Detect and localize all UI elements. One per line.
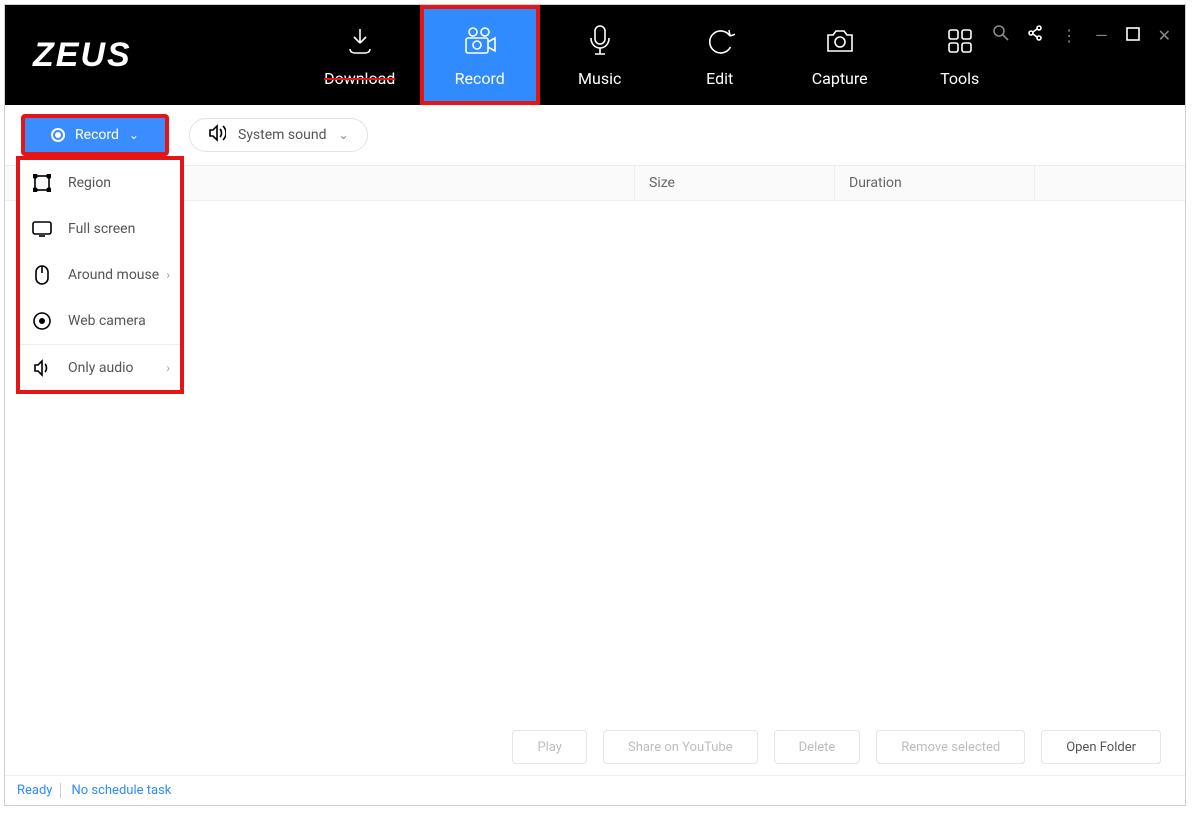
close-button[interactable]: ✕ — [1158, 26, 1171, 45]
main-tabs: Download Record Music Edit — [300, 5, 1020, 105]
column-size[interactable]: Size — [635, 166, 835, 200]
tab-record[interactable]: Record — [420, 5, 540, 105]
footer-buttons: Play Share on YouTube Delete Remove sele… — [5, 719, 1185, 775]
status-ready: Ready — [17, 783, 61, 798]
menu-item-label: Region — [68, 175, 111, 191]
play-button[interactable]: Play — [512, 730, 587, 764]
record-button[interactable]: Record ⌄ — [21, 114, 169, 156]
chevron-down-icon: ⌄ — [338, 128, 348, 142]
record-button-label: Record — [75, 127, 119, 143]
delete-button[interactable]: Delete — [774, 730, 861, 764]
menu-item-only-audio[interactable]: Only audio › — [20, 344, 180, 390]
tab-capture[interactable]: Capture — [780, 5, 900, 105]
remove-selected-button[interactable]: Remove selected — [876, 730, 1025, 764]
open-folder-button[interactable]: Open Folder — [1041, 730, 1161, 764]
mouse-icon — [32, 265, 52, 285]
apps-grid-icon — [942, 23, 978, 59]
speaker-icon — [208, 124, 226, 146]
chevron-right-icon: › — [166, 361, 170, 375]
window-controls: ⋮ — ✕ — [993, 25, 1171, 45]
tab-download[interactable]: Download — [300, 5, 420, 105]
photo-camera-icon — [822, 23, 858, 59]
menu-item-label: Around mouse — [68, 267, 159, 283]
share-icon[interactable] — [1027, 25, 1043, 45]
microphone-icon — [582, 23, 618, 59]
monitor-icon — [32, 219, 52, 239]
menu-item-around-mouse[interactable]: Around mouse › — [20, 252, 180, 298]
download-icon — [342, 23, 378, 59]
speaker-icon — [32, 358, 52, 378]
column-duration[interactable]: Duration — [835, 166, 1035, 200]
chevron-down-icon: ⌄ — [129, 128, 139, 142]
minimize-button[interactable]: — — [1095, 26, 1108, 45]
status-bar: Ready No schedule task — [5, 775, 1185, 805]
webcam-icon — [32, 311, 52, 331]
maximize-button[interactable] — [1126, 26, 1140, 45]
menu-item-web-camera[interactable]: Web camera — [20, 298, 180, 344]
tab-music[interactable]: Music — [540, 5, 660, 105]
refresh-icon — [702, 23, 738, 59]
sound-source-select[interactable]: System sound ⌄ — [189, 118, 368, 152]
search-icon[interactable] — [993, 25, 1009, 45]
app-logo: ZEUS — [5, 5, 160, 105]
menu-item-label: Web camera — [68, 313, 146, 329]
column-spacer — [1035, 166, 1185, 200]
camera-icon — [462, 23, 498, 59]
record-dot-icon — [51, 128, 65, 142]
status-schedule[interactable]: No schedule task — [71, 783, 171, 798]
menu-item-full-screen[interactable]: Full screen — [20, 206, 180, 252]
tab-tools[interactable]: Tools — [900, 5, 1020, 105]
share-youtube-button[interactable]: Share on YouTube — [603, 730, 758, 764]
region-icon — [32, 173, 52, 193]
menu-item-label: Full screen — [68, 221, 135, 237]
sound-source-label: System sound — [238, 127, 326, 143]
tab-edit[interactable]: Edit — [660, 5, 780, 105]
menu-item-label: Only audio — [68, 360, 133, 376]
menu-item-region[interactable]: Region — [20, 160, 180, 206]
app-window: ZEUS Download Record Music — [4, 4, 1186, 806]
chevron-right-icon: › — [166, 268, 170, 282]
record-mode-dropdown: Region Full screen Around mouse › Web ca… — [16, 156, 184, 394]
titlebar: ZEUS Download Record Music — [5, 5, 1185, 105]
menu-icon[interactable]: ⋮ — [1061, 26, 1077, 45]
